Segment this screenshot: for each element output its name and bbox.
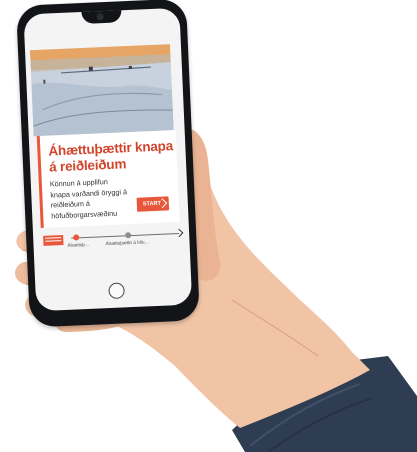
camera-icon (96, 13, 104, 21)
progress-nav: Áhættuþ… Áhættuþættir á bílu… (43, 226, 184, 258)
hero-image (30, 44, 174, 137)
home-button[interactable] (108, 282, 125, 300)
snowy-landscape-photo (30, 44, 174, 137)
start-button[interactable]: START (136, 196, 170, 212)
chevron-right-icon[interactable] (174, 228, 184, 238)
step-dot[interactable] (125, 232, 132, 239)
scene: Áhættuþættir knapa á reiðleiðum Könnun á… (0, 0, 417, 452)
page-title: Áhættuþættir knapa á reiðleiðum (48, 138, 174, 175)
step-label-1[interactable]: Áhættuþ… (67, 242, 89, 248)
logo-icon (43, 235, 64, 246)
survey-description: Könnun á upplifun knapa varðandi öryggi … (49, 177, 128, 221)
smartphone: Áhættuþættir knapa á reiðleiðum Könnun á… (16, 0, 200, 328)
survey-card: Áhættuþættir knapa á reiðleiðum Könnun á… (36, 130, 180, 228)
step-label-2[interactable]: Áhættuþættir á bílu… (105, 239, 149, 246)
step-dot-active[interactable] (73, 234, 80, 241)
phone-screen: Áhættuþættir knapa á reiðleiðum Könnun á… (23, 7, 193, 312)
